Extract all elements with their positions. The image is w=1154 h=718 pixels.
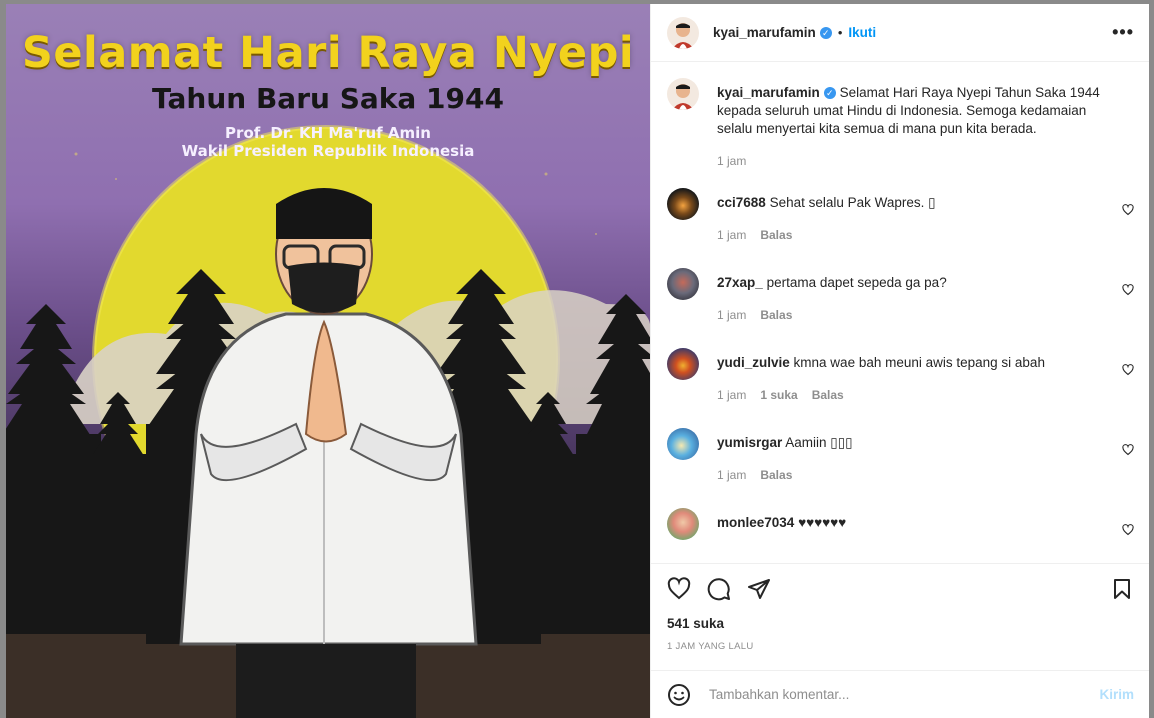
caption: kyai_marufamin ✓ Selamat Hari Raya Nyepi …	[667, 78, 1134, 170]
author-username[interactable]: kyai_marufamin	[713, 25, 816, 40]
comment-like-heart-icon[interactable]	[1122, 444, 1134, 456]
comment-username[interactable]: yumisrgar	[717, 435, 782, 450]
reply-button[interactable]: Balas	[760, 228, 792, 242]
comment-icon[interactable]	[707, 577, 731, 601]
bookmark-icon[interactable]	[1110, 577, 1134, 601]
comment-like-heart-icon[interactable]	[1122, 364, 1134, 376]
comment-row: 27xap_ pertama dapet sepeda ga pa? 1 jam…	[667, 268, 1134, 324]
comment-username[interactable]: monlee7034	[717, 515, 794, 530]
posted-time[interactable]: 1 JAM YANG LALU	[667, 641, 1134, 652]
reply-button[interactable]: Balas	[760, 308, 792, 322]
separator-dot: •	[837, 25, 843, 40]
comment-body: yumisrgar Aamiin ▯▯▯ 1 jam Balas	[717, 428, 1134, 484]
comment-text: ♥♥♥♥♥♥	[798, 515, 847, 530]
comment-time[interactable]: 1 jam	[717, 228, 746, 242]
comment-body: 27xap_ pertama dapet sepeda ga pa? 1 jam…	[717, 268, 1134, 324]
comment-body: cci7688 Sehat selalu Pak Wapres. ▯ 1 jam…	[717, 188, 1134, 244]
follow-button[interactable]: Ikuti	[848, 25, 876, 40]
reply-button[interactable]: Balas	[812, 388, 844, 402]
comment-row: yumisrgar Aamiin ▯▯▯ 1 jam Balas	[667, 428, 1134, 484]
caption-meta: 1 jam	[717, 152, 1112, 170]
comment-time[interactable]: 1 jam	[717, 388, 746, 402]
poster-title: Selamat Hari Raya Nyepi	[21, 28, 635, 78]
comment-row: monlee7034 ♥♥♥♥♥♥	[667, 508, 1134, 540]
comment-row: yudi_zulvie kmna wae bah meuni awis tepa…	[667, 348, 1134, 404]
caption-time[interactable]: 1 jam	[717, 154, 746, 168]
action-icons	[667, 576, 1134, 602]
commenter-avatar[interactable]	[667, 428, 699, 460]
commenter-avatar[interactable]	[667, 348, 699, 380]
comment-text: pertama dapet sepeda ga pa?	[766, 275, 947, 290]
caption-avatar[interactable]	[667, 78, 699, 110]
post-modal: Selamat Hari Raya Nyepi Tahun Baru Saka …	[6, 4, 1149, 718]
comment-meta: 1 jam Balas	[717, 466, 1112, 484]
poster-role-line: Wakil Presiden Republik Indonesia	[181, 142, 475, 160]
comment-time[interactable]: 1 jam	[717, 308, 746, 322]
comment-body: yudi_zulvie kmna wae bah meuni awis tepa…	[717, 348, 1134, 404]
add-comment-bar: Kirim	[651, 670, 1149, 718]
verified-badge-icon: ✓	[819, 26, 832, 39]
author-avatar[interactable]	[667, 16, 699, 49]
commenter-avatar[interactable]	[667, 508, 699, 540]
comment-text: Sehat selalu Pak Wapres. ▯	[769, 195, 936, 210]
caption-body: kyai_marufamin ✓ Selamat Hari Raya Nyepi …	[717, 78, 1134, 170]
post-side-panel: kyai_marufamin ✓ • Ikuti ••• kyai_marufa…	[650, 4, 1149, 718]
commenter-avatar[interactable]	[667, 268, 699, 300]
caption-username[interactable]: kyai_marufamin	[717, 85, 820, 100]
comment-time[interactable]: 1 jam	[717, 468, 746, 482]
post-header: kyai_marufamin ✓ • Ikuti •••	[651, 4, 1149, 62]
emoji-icon[interactable]	[667, 683, 691, 707]
comment-meta: 1 jam Balas	[717, 226, 1112, 244]
post-actions: 541 suka 1 JAM YANG LALU	[651, 563, 1149, 670]
like-count[interactable]: 541 suka	[667, 616, 1134, 631]
post-image[interactable]: Selamat Hari Raya Nyepi Tahun Baru Saka …	[6, 4, 650, 718]
share-icon[interactable]	[747, 577, 771, 601]
reply-button[interactable]: Balas	[760, 468, 792, 482]
more-options-icon[interactable]: •••	[1112, 22, 1134, 43]
commenter-avatar[interactable]	[667, 188, 699, 220]
comment-row: cci7688 Sehat selalu Pak Wapres. ▯ 1 jam…	[667, 188, 1134, 244]
comment-meta: 1 jam 1 suka Balas	[717, 386, 1112, 404]
poster-subtitle: Tahun Baru Saka 1944	[152, 82, 504, 115]
comment-username[interactable]: cci7688	[717, 195, 766, 210]
poster-name-line: Prof. Dr. KH Ma'ruf Amin	[225, 124, 431, 142]
comment-text: kmna wae bah meuni awis tepang si abah	[793, 355, 1045, 370]
heart-icon[interactable]	[667, 577, 691, 601]
comment-like-heart-icon[interactable]	[1122, 204, 1134, 216]
comment-username[interactable]: yudi_zulvie	[717, 355, 790, 370]
comments-list[interactable]: kyai_marufamin ✓ Selamat Hari Raya Nyepi …	[651, 62, 1149, 563]
comment-meta: 1 jam Balas	[717, 306, 1112, 324]
comment-username[interactable]: 27xap_	[717, 275, 763, 290]
comment-text: Aamiin ▯▯▯	[785, 435, 853, 450]
comment-like-heart-icon[interactable]	[1122, 284, 1134, 296]
post-comment-button[interactable]: Kirim	[1099, 687, 1134, 702]
comment-input[interactable]	[707, 686, 1100, 703]
verified-badge-icon: ✓	[823, 87, 836, 100]
comment-like-heart-icon[interactable]	[1122, 524, 1134, 536]
comment-body: monlee7034 ♥♥♥♥♥♥	[717, 508, 1134, 540]
comment-like-count[interactable]: 1 suka	[760, 388, 797, 402]
